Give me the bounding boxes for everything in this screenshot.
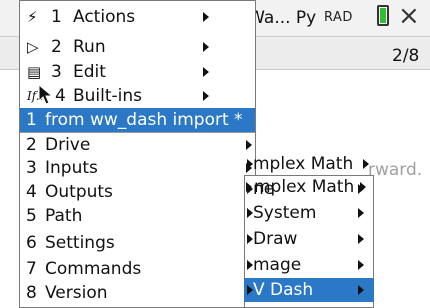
menu-item-label: Actions bbox=[73, 7, 136, 27]
chevron-right-icon bbox=[358, 208, 364, 218]
menu-item-number: 2 bbox=[51, 37, 62, 57]
menu-item-outputs[interactable]: 4 Outputs bbox=[20, 180, 255, 204]
edit-icon: ▤ bbox=[27, 63, 42, 81]
screen: h Wa... Py RAD × 2/8 rward. ⚡ 1 Actions … bbox=[0, 0, 430, 308]
menu-item-settings[interactable]: 6 Settings bbox=[20, 231, 255, 255]
menu-item-number: 1 bbox=[26, 110, 37, 130]
menu-item-label: Outputs bbox=[45, 182, 113, 202]
chevron-right-icon bbox=[203, 12, 209, 22]
menu-item-number: 8 bbox=[26, 283, 37, 303]
menu-item-inputs[interactable]: 3 Inputs bbox=[20, 156, 255, 180]
menu-item-label: Settings bbox=[45, 233, 115, 253]
submenu-item-label: V Dash bbox=[253, 280, 314, 300]
main-menu: ⚡ 1 Actions ▷ 2 Run ▤ 3 Edit If.. 4 Buil… bbox=[19, 0, 256, 308]
menu-item-label: Built-ins bbox=[73, 86, 143, 106]
close-icon[interactable]: × bbox=[398, 1, 420, 31]
menu-item-label: Edit bbox=[73, 62, 106, 82]
chevron-right-icon bbox=[203, 67, 209, 77]
submenu-item-label: ne bbox=[253, 179, 275, 199]
submenu-item-system[interactable]: System bbox=[244, 201, 374, 225]
chevron-right-icon bbox=[246, 140, 252, 150]
submenu-item-label: mplex Math bbox=[253, 154, 354, 174]
submenu-item-label: System bbox=[253, 203, 317, 223]
chevron-right-icon bbox=[363, 159, 369, 169]
menu-item-version[interactable]: 8 Version bbox=[20, 281, 255, 305]
chevron-right-icon bbox=[358, 285, 364, 295]
menu-item-number: 5 bbox=[26, 206, 37, 226]
menu-item-number: 3 bbox=[26, 158, 37, 178]
submenu-item-image[interactable]: mage bbox=[244, 253, 374, 277]
menu-item-path[interactable]: 5 Path bbox=[20, 204, 255, 228]
chevron-right-icon bbox=[358, 184, 364, 194]
menu-item-label: Commands bbox=[45, 259, 142, 279]
menu-item-label: Drive bbox=[45, 135, 91, 155]
play-outline-icon: ▷ bbox=[27, 38, 39, 56]
menu-item-number: 3 bbox=[51, 62, 62, 82]
submenu-item-ne[interactable]: ne bbox=[244, 177, 374, 201]
page-indicator: 2/8 bbox=[392, 46, 420, 66]
menu-item-commands[interactable]: 7 Commands bbox=[20, 257, 255, 281]
submenu-item-label: Draw bbox=[253, 229, 298, 249]
menu-item-drive[interactable]: 2 Drive bbox=[20, 133, 255, 157]
chevron-right-icon bbox=[203, 91, 209, 101]
submenu-item-complex-math[interactable]: mplex Math bbox=[244, 152, 374, 176]
menu-item-number: 4 bbox=[26, 182, 37, 202]
mouse-pointer-icon bbox=[38, 84, 54, 105]
menu-item-number: 2 bbox=[26, 135, 37, 155]
angle-mode-indicator: RAD bbox=[324, 10, 353, 25]
chevron-right-icon bbox=[358, 260, 364, 270]
menu-item-from-ww-dash-import[interactable]: 1 from ww_dash import * bbox=[20, 108, 255, 132]
menu-item-edit[interactable]: ▤ 3 Edit bbox=[20, 60, 255, 84]
chevron-right-icon bbox=[358, 234, 364, 244]
menu-item-number: 4 bbox=[55, 86, 66, 106]
menu-item-number: 7 bbox=[26, 259, 37, 279]
submenu-item-draw[interactable]: Draw bbox=[244, 227, 374, 251]
menu-item-run[interactable]: ▷ 2 Run bbox=[20, 35, 255, 59]
submenu-item-ww-dash[interactable]: V Dash bbox=[244, 278, 374, 302]
menu-item-label: Path bbox=[45, 206, 83, 226]
menu-item-label: Version bbox=[45, 283, 108, 303]
menu-item-number: 1 bbox=[51, 7, 62, 27]
menu-item-actions[interactable]: ⚡ 1 Actions bbox=[20, 5, 255, 29]
menu-item-number: 6 bbox=[26, 233, 37, 253]
menu-item-label: Run bbox=[73, 37, 106, 57]
battery-icon bbox=[377, 5, 389, 26]
menu-item-label: from ww_dash import * bbox=[45, 110, 243, 130]
lightning-icon: ⚡ bbox=[27, 8, 38, 26]
editor-hint-text: rward. bbox=[368, 160, 423, 180]
chevron-right-icon bbox=[203, 42, 209, 52]
menu-item-label: Inputs bbox=[45, 158, 98, 178]
submenu-item-label: mage bbox=[253, 255, 302, 275]
